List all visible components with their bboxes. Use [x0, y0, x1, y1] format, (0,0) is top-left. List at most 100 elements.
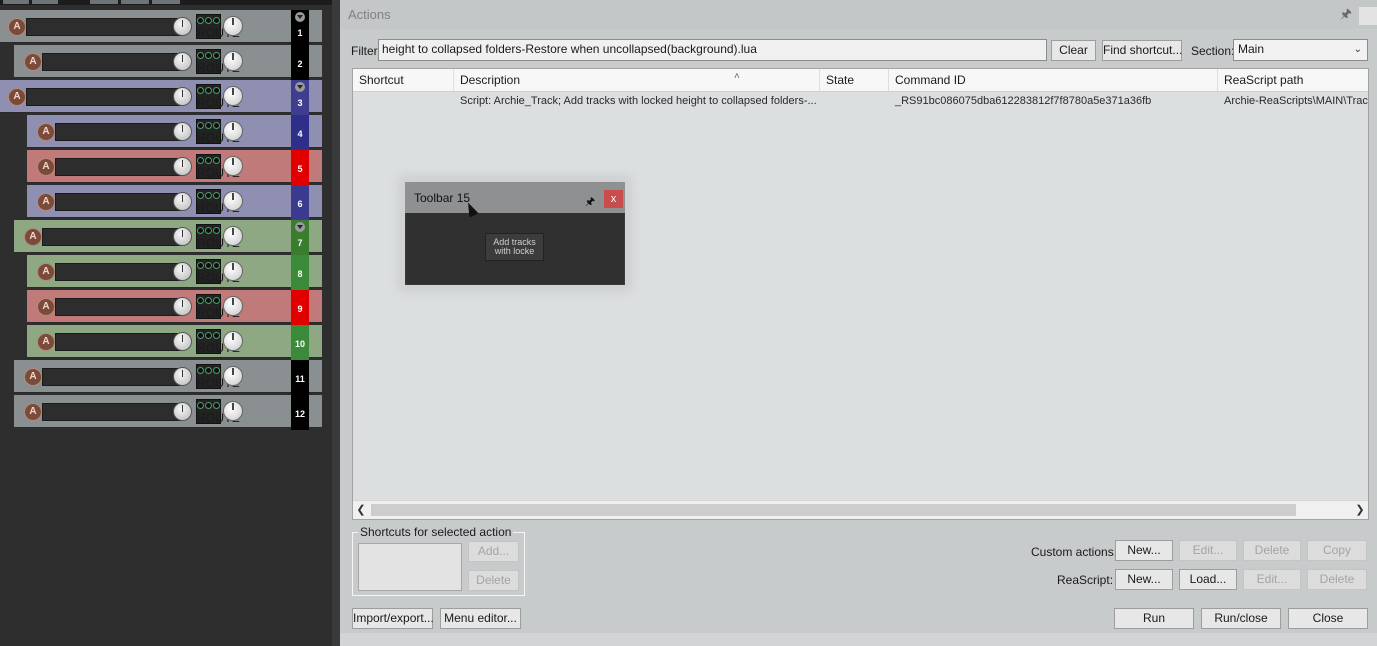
- pan-knob-icon[interactable]: [223, 121, 243, 141]
- scroll-left-icon[interactable]: ❮: [353, 501, 369, 519]
- find-shortcut-button[interactable]: Find shortcut...: [1102, 40, 1182, 61]
- record-arm-icon[interactable]: A: [37, 263, 55, 281]
- reascript-delete-button[interactable]: Delete: [1307, 569, 1367, 590]
- track-row[interactable]: A ROUTE 7: [14, 220, 322, 255]
- track-name-field[interactable]: [55, 333, 183, 351]
- menu-editor-button[interactable]: Menu editor...: [440, 608, 521, 629]
- custom-edit-button[interactable]: Edit...: [1179, 540, 1237, 561]
- track-name-field[interactable]: [55, 263, 183, 281]
- record-arm-icon[interactable]: A: [37, 298, 55, 316]
- scrollbar-thumb[interactable]: [371, 504, 1296, 516]
- route-button[interactable]: ROUTE: [196, 259, 240, 285]
- pan-knob-icon[interactable]: [223, 261, 243, 281]
- column-description[interactable]: Description ˄: [454, 69, 820, 91]
- track-row[interactable]: A ROUTE 12: [14, 395, 322, 430]
- track-row[interactable]: A ROUTE 11: [14, 360, 322, 395]
- track-name-field[interactable]: [26, 88, 183, 106]
- pan-knob-icon[interactable]: [223, 296, 243, 316]
- close-button[interactable]: Close: [1288, 608, 1368, 629]
- track-row[interactable]: A ROUTE 8: [27, 255, 322, 290]
- import-export-button[interactable]: Import/export...: [352, 608, 434, 629]
- reascript-edit-button[interactable]: Edit...: [1243, 569, 1301, 590]
- route-button[interactable]: ROUTE: [196, 14, 240, 40]
- delete-shortcut-button[interactable]: Delete: [468, 570, 519, 591]
- route-button[interactable]: ROUTE: [196, 49, 240, 75]
- track-row[interactable]: A ROUTE 2: [14, 45, 322, 80]
- route-button[interactable]: ROUTE: [196, 329, 240, 355]
- volume-knob-icon[interactable]: [173, 52, 192, 71]
- table-row[interactable]: Script: Archie_Track; Add tracks with lo…: [353, 92, 1368, 110]
- pan-knob-icon[interactable]: [223, 86, 243, 106]
- route-button[interactable]: ROUTE: [196, 154, 240, 180]
- volume-knob-icon[interactable]: [173, 332, 192, 351]
- pan-knob-icon[interactable]: [223, 401, 243, 421]
- volume-knob-icon[interactable]: [173, 402, 192, 421]
- record-arm-icon[interactable]: A: [37, 158, 55, 176]
- track-name-field[interactable]: [26, 18, 183, 36]
- track-name-field[interactable]: [55, 193, 183, 211]
- section-select[interactable]: Main ⌄: [1233, 39, 1368, 61]
- volume-knob-icon[interactable]: [173, 122, 192, 141]
- track-row[interactable]: A ROUTE 6: [27, 185, 322, 220]
- track-row[interactable]: A ROUTE 9: [27, 290, 322, 325]
- filter-input[interactable]: height to collapsed folders-Restore when…: [378, 39, 1047, 61]
- add-tracks-toolbar-button[interactable]: Add tracks with locke: [485, 233, 544, 261]
- record-arm-icon[interactable]: A: [24, 228, 42, 246]
- track-name-field[interactable]: [55, 158, 183, 176]
- track-row[interactable]: A ROUTE 4: [27, 115, 322, 150]
- pan-knob-icon[interactable]: [223, 156, 243, 176]
- record-arm-icon[interactable]: A: [24, 368, 42, 386]
- custom-copy-button[interactable]: Copy: [1307, 540, 1367, 561]
- volume-knob-icon[interactable]: [173, 297, 192, 316]
- route-button[interactable]: ROUTE: [196, 364, 240, 390]
- column-shortcut[interactable]: Shortcut: [353, 69, 454, 91]
- volume-knob-icon[interactable]: [173, 227, 192, 246]
- track-name-field[interactable]: [55, 298, 183, 316]
- track-name-field[interactable]: [42, 53, 183, 71]
- pan-knob-icon[interactable]: [223, 331, 243, 351]
- record-arm-icon[interactable]: A: [24, 53, 42, 71]
- pan-knob-icon[interactable]: [223, 51, 243, 71]
- dialog-titlebar[interactable]: Actions 🖈: [340, 0, 1377, 29]
- route-button[interactable]: ROUTE: [196, 189, 240, 215]
- custom-delete-button[interactable]: Delete: [1243, 540, 1301, 561]
- folder-toggle-icon[interactable]: [295, 222, 305, 232]
- record-arm-icon[interactable]: A: [37, 193, 55, 211]
- folder-toggle-icon[interactable]: [295, 12, 305, 22]
- window-control-button[interactable]: [1359, 7, 1377, 25]
- volume-knob-icon[interactable]: [173, 262, 192, 281]
- shortcuts-listbox[interactable]: [358, 543, 462, 591]
- track-name-field[interactable]: [42, 228, 183, 246]
- record-arm-icon[interactable]: A: [37, 333, 55, 351]
- pan-knob-icon[interactable]: [223, 366, 243, 386]
- record-arm-icon[interactable]: A: [8, 88, 26, 106]
- folder-toggle-icon[interactable]: [295, 82, 305, 92]
- track-name-field[interactable]: [42, 403, 183, 421]
- route-button[interactable]: ROUTE: [196, 224, 240, 250]
- pin-icon[interactable]: 🖈: [1338, 6, 1354, 22]
- actions-list[interactable]: Shortcut Description ˄ State Command ID …: [352, 68, 1369, 520]
- volume-knob-icon[interactable]: [173, 367, 192, 386]
- run-close-button[interactable]: Run/close: [1201, 608, 1281, 629]
- track-row[interactable]: A ROUTE 3: [0, 80, 322, 115]
- record-arm-icon[interactable]: A: [37, 123, 55, 141]
- track-row[interactable]: A ROUTE 10: [27, 325, 322, 360]
- clear-button[interactable]: Clear: [1051, 40, 1096, 61]
- custom-new-button[interactable]: New...: [1115, 540, 1173, 561]
- reascript-load-button[interactable]: Load...: [1179, 569, 1237, 590]
- toolbar-titlebar[interactable]: Toolbar 15 🖈 x: [405, 182, 625, 213]
- run-button[interactable]: Run: [1114, 608, 1194, 629]
- column-state[interactable]: State: [820, 69, 889, 91]
- route-button[interactable]: ROUTE: [196, 84, 240, 110]
- toolbar-close-button[interactable]: x: [604, 190, 623, 208]
- route-button[interactable]: ROUTE: [196, 294, 240, 320]
- volume-knob-icon[interactable]: [173, 87, 192, 106]
- add-shortcut-button[interactable]: Add...: [468, 541, 519, 562]
- pan-knob-icon[interactable]: [223, 16, 243, 36]
- route-button[interactable]: ROUTE: [196, 399, 240, 425]
- record-arm-icon[interactable]: A: [8, 18, 26, 36]
- route-button[interactable]: ROUTE: [196, 119, 240, 145]
- track-row[interactable]: A ROUTE 5: [27, 150, 322, 185]
- pan-knob-icon[interactable]: [223, 226, 243, 246]
- volume-knob-icon[interactable]: [173, 17, 192, 36]
